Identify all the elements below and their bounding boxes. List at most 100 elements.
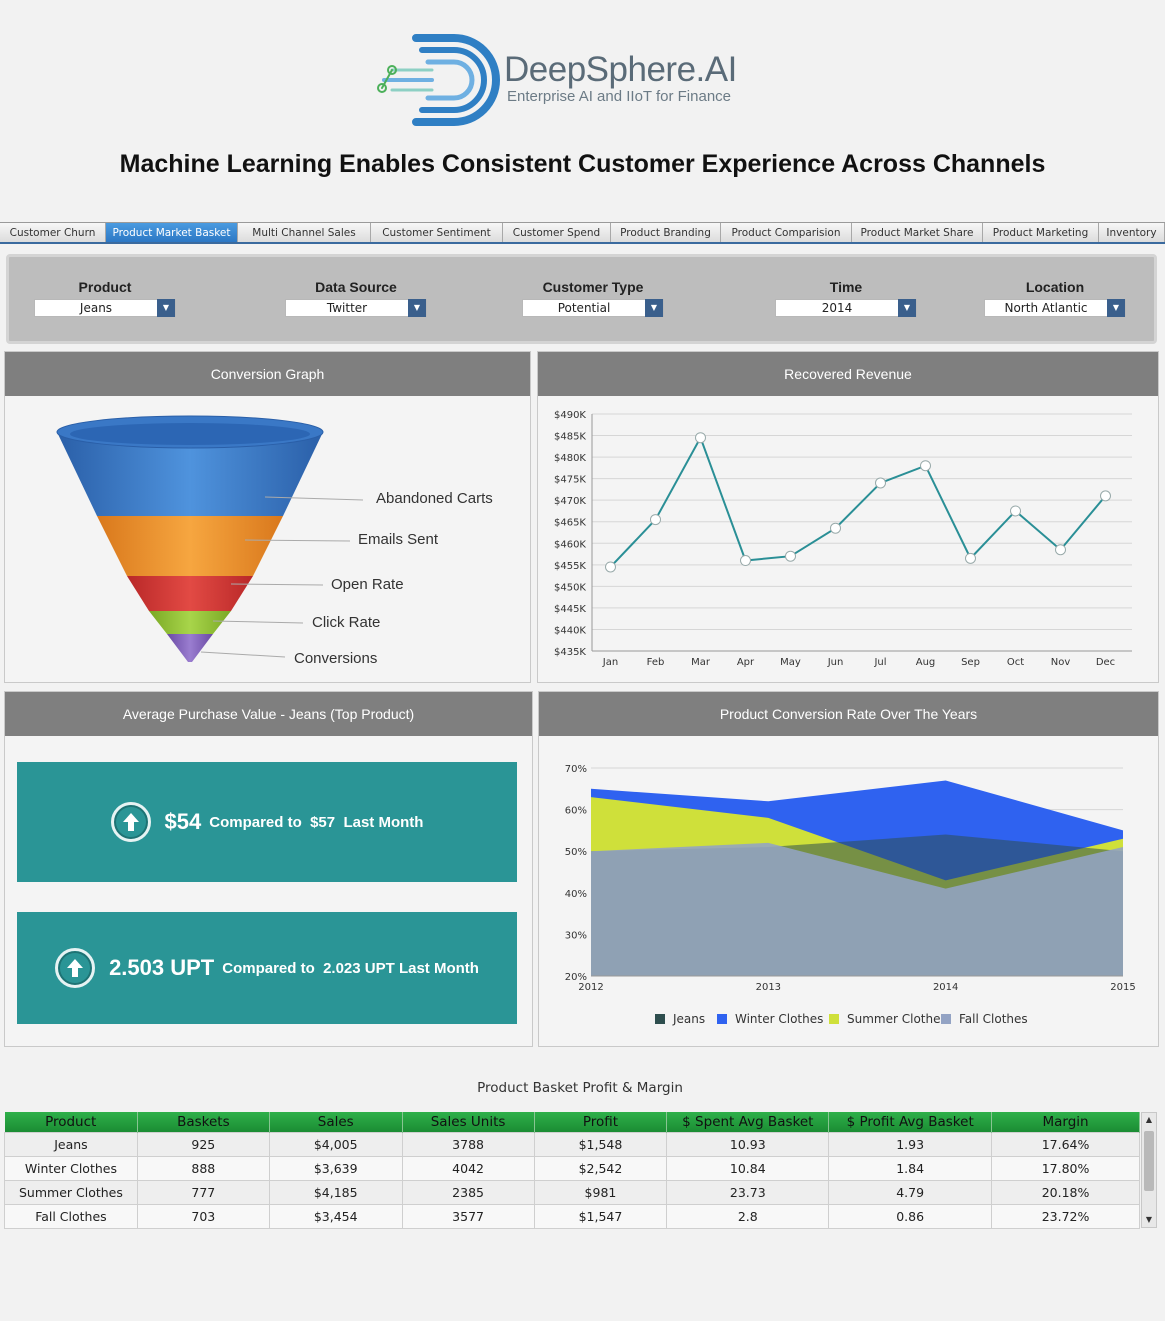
funnel-segment-conversions — [167, 634, 213, 662]
legend-label: Summer Clothes — [847, 1012, 947, 1026]
arrow-up-icon — [55, 948, 96, 988]
panel-title: Average Purchase Value - Jeans (Top Prod… — [5, 692, 532, 736]
data-source-select[interactable]: Twitter ▼ — [285, 299, 427, 317]
funnel-label-click-rate: Click Rate — [312, 614, 381, 631]
tab-product-marketing[interactable]: Product Marketing — [983, 223, 1099, 242]
data-point — [785, 550, 796, 562]
tab-customer-spend[interactable]: Customer Spend — [503, 223, 611, 242]
x-tick-label: 2012 — [578, 982, 603, 993]
legend-swatch — [941, 1014, 951, 1024]
table-cell: $4,005 — [268, 1131, 403, 1157]
table-cell: 777 — [136, 1179, 270, 1205]
column-header[interactable]: Sales — [269, 1112, 403, 1132]
column-header[interactable]: Sales Units — [402, 1112, 535, 1132]
data-point — [830, 522, 841, 534]
y-tick-label: 60% — [565, 806, 587, 817]
filter-label: Customer Type — [542, 279, 644, 295]
column-header[interactable]: $ Profit Avg Basket — [828, 1112, 993, 1132]
y-tick-label: $435K — [554, 647, 586, 658]
tab-product-branding[interactable]: Product Branding — [611, 223, 721, 242]
y-tick-label: $455K — [554, 561, 586, 572]
table-row[interactable]: Fall Clothes 703 $3,454 3577 $1,547 2.8 0.86 23… — [4, 1203, 1140, 1229]
chevron-down-icon[interactable]: ▼ — [645, 299, 663, 317]
x-tick-label: Aug — [916, 657, 936, 668]
table-cell: 23.73 — [666, 1179, 830, 1205]
tab-inventory[interactable]: Inventory — [1099, 223, 1165, 242]
table-row[interactable]: Jeans 925 $4,005 3788 $1,548 10.93 1.93 17.64% — [4, 1131, 1140, 1157]
profit-margin-table: Product Baskets Sales Sales Units Profit… — [4, 1112, 1140, 1229]
data-point — [965, 552, 976, 564]
table-cell: 4.79 — [828, 1179, 993, 1205]
column-header[interactable]: Product — [4, 1112, 138, 1132]
y-tick-label: 30% — [565, 930, 587, 941]
scroll-down-icon[interactable]: ▼ — [1142, 1213, 1156, 1227]
select-value: Jeans — [79, 301, 113, 315]
table-cell: 3577 — [401, 1203, 535, 1229]
scroll-up-icon[interactable]: ▲ — [1142, 1113, 1156, 1127]
legend-label: Jeans — [672, 1012, 705, 1026]
table-cell: 4042 — [401, 1155, 535, 1181]
tab-product-market-basket[interactable]: Product Market Basket — [106, 223, 238, 242]
data-point — [1055, 544, 1066, 556]
table-cell: 1.93 — [828, 1131, 993, 1157]
tab-customer-sentiment[interactable]: Customer Sentiment — [371, 223, 503, 242]
table-title: Product Basket Profit & Margin — [477, 1080, 683, 1096]
product-select[interactable]: Jeans ▼ — [34, 299, 176, 317]
filter-label: Product — [78, 279, 132, 295]
funnel-leader-line — [212, 620, 304, 624]
table-scrollbar[interactable]: ▲ ▼ — [1141, 1112, 1157, 1228]
table-cell: 23.72% — [991, 1203, 1140, 1229]
table-cell: 17.80% — [991, 1155, 1140, 1181]
chevron-down-icon[interactable]: ▼ — [898, 299, 916, 317]
table-cell: $1,548 — [533, 1131, 668, 1157]
x-tick-label: Jul — [873, 657, 886, 668]
customer-type-select[interactable]: Potential ▼ — [522, 299, 664, 317]
funnel-leader-line — [200, 651, 286, 658]
y-tick-label: $445K — [554, 604, 586, 615]
conversion-rate-panel: Product Conversion Rate Over The Years 2… — [538, 691, 1159, 1047]
tab-customer-churn[interactable]: Customer Churn — [0, 223, 106, 242]
column-header[interactable]: $ Spent Avg Basket — [666, 1112, 830, 1132]
scroll-thumb[interactable] — [1144, 1131, 1154, 1191]
legend-swatch — [829, 1014, 839, 1024]
table-cell: $2,542 — [533, 1155, 668, 1181]
data-point — [740, 555, 751, 567]
table-cell: 925 — [136, 1131, 270, 1157]
legend-label: Fall Clothes — [959, 1012, 1028, 1026]
chevron-down-icon[interactable]: ▼ — [408, 299, 426, 317]
table-row[interactable]: Summer Clothes 777 $4,185 2385 $981 23.73 4.79… — [4, 1179, 1140, 1205]
chevron-down-icon[interactable]: ▼ — [157, 299, 175, 317]
tab-multi-channel-sales[interactable]: Multi Channel Sales — [238, 223, 371, 242]
table-cell: Jeans — [4, 1131, 138, 1157]
table-cell: 2.8 — [666, 1203, 830, 1229]
kpi-comparison: Compared to $57 Last Month — [209, 813, 424, 831]
location-select[interactable]: North Atlantic ▼ — [984, 299, 1126, 317]
column-header[interactable]: Profit — [534, 1112, 668, 1132]
y-tick-label: $470K — [554, 496, 586, 507]
select-value: 2014 — [821, 301, 853, 315]
x-tick-label: 2015 — [1110, 982, 1135, 993]
table-row[interactable]: Winter Clothes 888 $3,639 4042 $2,542 10.84 1.… — [4, 1155, 1140, 1181]
x-tick-label: 2013 — [756, 982, 781, 993]
y-tick-label: 70% — [565, 764, 587, 775]
table-cell: $3,639 — [268, 1155, 403, 1181]
x-tick-label: Dec — [1096, 657, 1115, 668]
recovered-revenue-panel: Recovered Revenue $435K $440K $445K $450K $4… — [537, 351, 1159, 683]
brand-name: DeepSphere.AI — [504, 50, 737, 89]
chevron-down-icon[interactable]: ▼ — [1107, 299, 1125, 317]
filter-time: Time 2014 ▼ — [766, 279, 926, 317]
filter-label: Location — [1025, 279, 1085, 295]
x-tick-label: Apr — [737, 657, 755, 668]
table-cell: 20.18% — [991, 1179, 1140, 1205]
column-header[interactable]: Margin — [991, 1112, 1140, 1132]
table-cell: 703 — [136, 1203, 270, 1229]
x-tick-label: Mar — [691, 657, 711, 668]
tab-product-market-share[interactable]: Product Market Share — [852, 223, 983, 242]
funnel-segment-click-rate — [149, 611, 231, 634]
tab-product-comparision[interactable]: Product Comparision — [721, 223, 852, 242]
y-tick-label: $450K — [554, 582, 586, 593]
time-select[interactable]: 2014 ▼ — [775, 299, 917, 317]
revenue-line-chart: $435K $440K $445K $450K $455K $460K $465K $470K… — [554, 410, 1132, 668]
column-header[interactable]: Baskets — [137, 1112, 270, 1132]
x-tick-label: Jan — [602, 657, 618, 668]
